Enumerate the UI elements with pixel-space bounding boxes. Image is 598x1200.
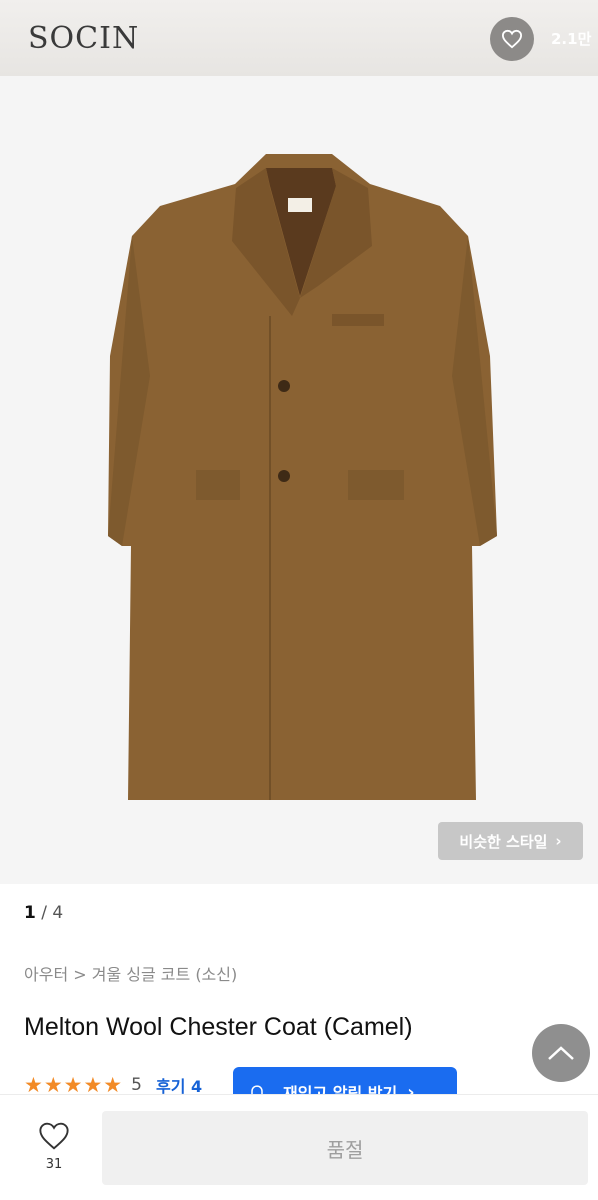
rating-value: 5 bbox=[131, 1075, 142, 1095]
product-title: Melton Wool Chester Coat (Camel) bbox=[24, 1013, 413, 1041]
favorite-count: 31 bbox=[45, 1157, 63, 1172]
product-image-carousel[interactable]: 비슷한 스타일 › bbox=[0, 76, 598, 884]
brand-logo[interactable]: SOCIN bbox=[28, 21, 139, 56]
product-image bbox=[108, 154, 497, 800]
heart-icon bbox=[39, 1122, 69, 1150]
chevron-right-icon: › bbox=[555, 832, 562, 850]
pager-total: 4 bbox=[52, 903, 64, 923]
similar-style-label: 비슷한 스타일 bbox=[459, 832, 548, 851]
brand-like-button[interactable] bbox=[490, 17, 534, 61]
soldout-button[interactable]: 품절 bbox=[102, 1111, 588, 1185]
favorite-button[interactable]: 31 bbox=[30, 1121, 78, 1172]
chevron-up-icon bbox=[548, 1046, 574, 1060]
scroll-top-button[interactable] bbox=[532, 1024, 590, 1082]
bottom-action-bar: 31 품절 bbox=[0, 1094, 598, 1200]
category-breadcrumb[interactable]: 아우터 > 겨울 싱글 코트 (소신) bbox=[24, 961, 237, 985]
similar-style-button[interactable]: 비슷한 스타일 › bbox=[438, 822, 583, 860]
pager-current: 1 bbox=[24, 903, 36, 923]
brand-like-count: 2.1만 bbox=[551, 30, 592, 48]
image-pager: 1 / 4 bbox=[24, 903, 63, 923]
pager-separator: / bbox=[35, 903, 53, 923]
heart-icon bbox=[501, 29, 523, 49]
